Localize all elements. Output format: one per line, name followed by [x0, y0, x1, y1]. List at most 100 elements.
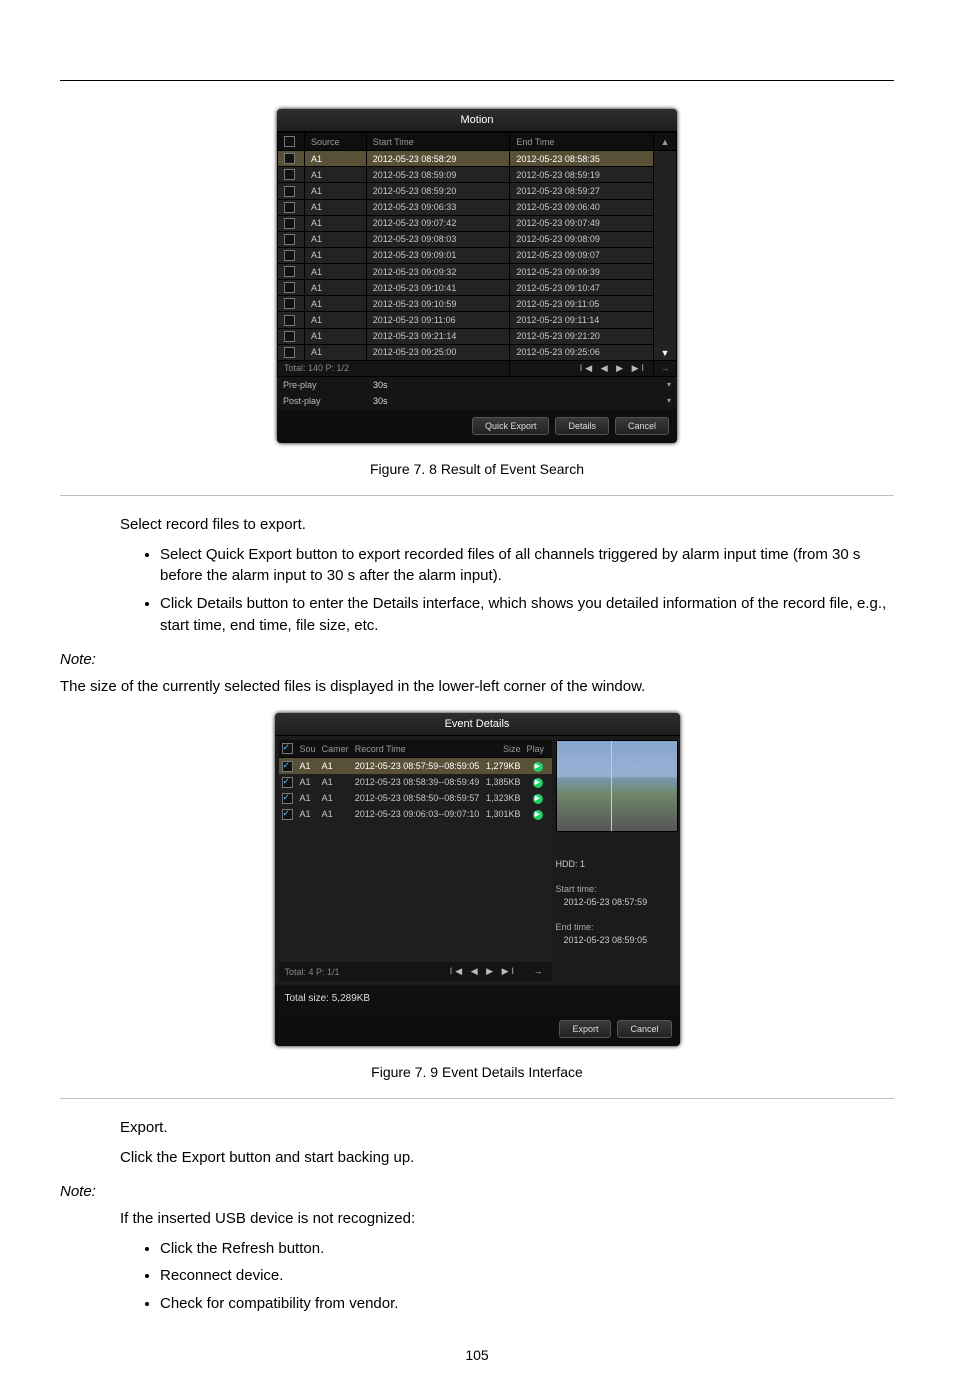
motion-dialog: Motion Source Start Time End Time ▲ A120… — [277, 109, 677, 443]
video-preview[interactable] — [556, 740, 678, 832]
cell-source: A1 — [305, 296, 367, 312]
checkbox-icon[interactable] — [282, 761, 293, 772]
cell-source: A1 — [305, 344, 367, 360]
table-row[interactable]: A1A12012-05-23 08:57:59--08:59:051,279KB… — [279, 758, 552, 775]
cell-source: A1 — [305, 247, 367, 263]
cell-end: 2012-05-23 09:11:05 — [510, 296, 654, 312]
cell-source: A1 — [305, 199, 367, 215]
pager-icons[interactable]: I◀ ◀ ▶ ▶I — [580, 363, 647, 373]
checkbox-icon[interactable] — [284, 347, 295, 358]
export-button[interactable]: Export — [559, 1020, 611, 1038]
checkbox-icon[interactable] — [284, 202, 295, 213]
note-text: The size of the currently selected files… — [60, 676, 894, 698]
table-row[interactable]: A12012-05-23 09:11:062012-05-23 09:11:14 — [278, 312, 677, 328]
note-label: Note: — [60, 651, 894, 668]
checkbox-icon[interactable] — [284, 153, 295, 164]
table-row[interactable]: A12012-05-23 09:07:422012-05-23 09:07:49 — [278, 215, 677, 231]
col-source[interactable]: Sou — [297, 740, 319, 758]
pre-play-row[interactable]: Pre-play 30s ▾ — [277, 377, 677, 393]
checkbox-icon[interactable] — [284, 331, 295, 342]
fig2-caption: Figure 7. 9 Event Details Interface — [60, 1064, 894, 1080]
cell-start: 2012-05-23 09:11:06 — [366, 312, 510, 328]
table-row[interactable]: A1A12012-05-23 08:58:39--08:59:491,385KB… — [279, 774, 552, 790]
cell-end: 2012-05-23 08:59:27 — [510, 183, 654, 199]
checkbox-icon[interactable] — [284, 186, 295, 197]
table-row[interactable]: A12012-05-23 08:59:092012-05-23 08:59:19 — [278, 167, 677, 183]
play-icon[interactable]: ▶ — [533, 810, 543, 820]
col-size[interactable]: Size — [483, 740, 524, 758]
scrollbar[interactable]: ▼ — [654, 151, 677, 361]
play-icon[interactable]: ▶ — [533, 762, 543, 772]
table-row[interactable]: A12012-05-23 09:21:142012-05-23 09:21:20 — [278, 328, 677, 344]
motion-title: Motion — [277, 109, 677, 132]
checkbox-icon[interactable] — [282, 777, 293, 788]
cell-end: 2012-05-23 09:09:07 — [510, 247, 654, 263]
list-item: Click the Refresh button. — [160, 1238, 894, 1260]
cell-size: 1,385KB — [483, 774, 524, 790]
pager-go-icon[interactable]: → — [654, 360, 677, 376]
fig1-caption: Figure 7. 8 Result of Event Search — [60, 461, 894, 477]
col-camera[interactable]: Camer — [319, 740, 352, 758]
play-icon[interactable]: ▶ — [533, 794, 543, 804]
table-row[interactable]: A12012-05-23 09:10:412012-05-23 09:10:47 — [278, 280, 677, 296]
motion-total: Total: 140 P: 1/2 — [278, 360, 510, 376]
cell-source: A1 — [297, 774, 319, 790]
cell-end: 2012-05-23 09:09:39 — [510, 264, 654, 280]
checkbox-icon[interactable] — [284, 136, 295, 147]
checkbox-icon[interactable] — [284, 234, 295, 245]
post-play-row[interactable]: Post-play 30s ▾ — [277, 393, 677, 409]
table-row[interactable]: A12012-05-23 08:58:292012-05-23 08:58:35… — [278, 151, 677, 167]
cell-record-time: 2012-05-23 08:57:59--08:59:05 — [352, 758, 483, 775]
col-source[interactable]: Source — [305, 133, 367, 151]
table-row[interactable]: A12012-05-23 09:06:332012-05-23 09:06:40 — [278, 199, 677, 215]
pre-play-value: 30s — [373, 380, 657, 390]
event-total: Total: 4 P: 1/1 — [285, 967, 340, 977]
cell-camera: A1 — [319, 774, 352, 790]
top-rule — [60, 80, 894, 81]
table-row[interactable]: A12012-05-23 08:59:202012-05-23 08:59:27 — [278, 183, 677, 199]
cell-end: 2012-05-23 09:10:47 — [510, 280, 654, 296]
checkbox-icon[interactable] — [284, 282, 295, 293]
cancel-button[interactable]: Cancel — [617, 1020, 671, 1038]
note2-label: Note: — [60, 1183, 894, 1200]
quick-export-button[interactable]: Quick Export — [472, 417, 550, 435]
post-play-value: 30s — [373, 396, 657, 406]
table-row[interactable]: A12012-05-23 09:25:002012-05-23 09:25:06 — [278, 344, 677, 360]
checkbox-icon[interactable] — [284, 218, 295, 229]
cell-record-time: 2012-05-23 08:58:39--08:59:49 — [352, 774, 483, 790]
total-size: Total size: 5,289KB — [275, 985, 680, 1012]
checkbox-icon[interactable] — [284, 315, 295, 326]
meta-end-label: End time: — [556, 921, 676, 934]
table-row[interactable]: A12012-05-23 09:10:592012-05-23 09:11:05 — [278, 296, 677, 312]
checkbox-icon[interactable] — [284, 298, 295, 309]
table-row[interactable]: A12012-05-23 09:08:032012-05-23 09:08:09 — [278, 231, 677, 247]
note2-list: Click the Refresh button. Reconnect devi… — [160, 1238, 894, 1315]
meta-hdd: HDD: 1 — [556, 858, 676, 871]
play-icon[interactable]: ▶ — [533, 778, 543, 788]
cell-source: A1 — [305, 151, 367, 167]
cell-record-time: 2012-05-23 09:06:03--09:07:10 — [352, 806, 483, 822]
table-row[interactable]: A12012-05-23 09:09:012012-05-23 09:09:07 — [278, 247, 677, 263]
col-start-time[interactable]: Start Time — [366, 133, 510, 151]
checkbox-icon[interactable] — [284, 266, 295, 277]
event-details-dialog: Event Details Sou Camer Record Time Size… — [275, 713, 680, 1046]
list-item: Reconnect device. — [160, 1265, 894, 1287]
pager-icons[interactable]: I◀ ◀ ▶ ▶I → — [450, 966, 546, 977]
cell-start: 2012-05-23 08:59:09 — [366, 167, 510, 183]
scroll-up-icon[interactable]: ▲ — [654, 133, 677, 151]
checkbox-icon[interactable] — [284, 169, 295, 180]
table-row[interactable]: A12012-05-23 09:09:322012-05-23 09:09:39 — [278, 264, 677, 280]
cell-source: A1 — [305, 264, 367, 280]
checkbox-icon[interactable] — [282, 743, 293, 754]
cancel-button[interactable]: Cancel — [615, 417, 669, 435]
col-record-time[interactable]: Record Time — [352, 740, 483, 758]
details-button[interactable]: Details — [555, 417, 609, 435]
checkbox-icon[interactable] — [282, 809, 293, 820]
table-row[interactable]: A1A12012-05-23 09:06:03--09:07:101,301KB… — [279, 806, 552, 822]
col-play[interactable]: Play — [524, 740, 552, 758]
checkbox-icon[interactable] — [282, 793, 293, 804]
checkbox-icon[interactable] — [284, 250, 295, 261]
separator-2 — [60, 1098, 894, 1099]
table-row[interactable]: A1A12012-05-23 08:58:50--08:59:571,323KB… — [279, 790, 552, 806]
col-end-time[interactable]: End Time — [510, 133, 654, 151]
